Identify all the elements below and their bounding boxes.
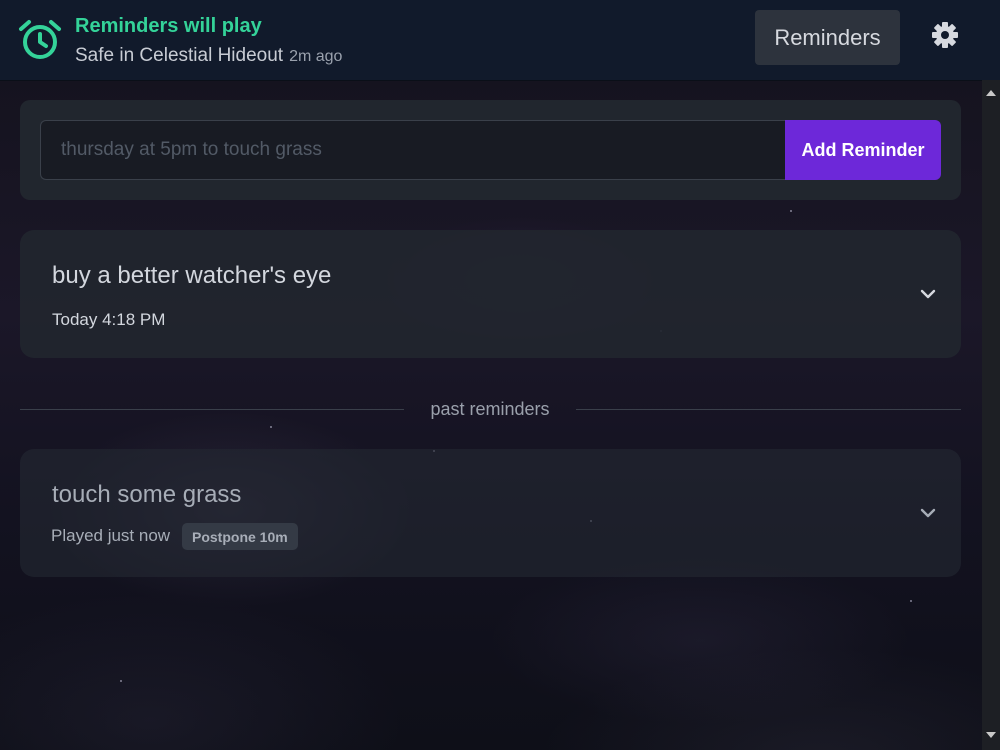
reminder-input[interactable] [40,120,785,180]
past-reminders-label: past reminders [430,399,550,419]
scroll-down-arrow-icon[interactable] [986,732,996,738]
reminder-status: Played just now [51,526,171,545]
chevron-down-icon[interactable] [920,507,936,519]
past-reminder-card[interactable]: touch some grass Played just now Postpon… [20,449,961,577]
scroll-up-arrow-icon[interactable] [986,90,996,96]
status-title: Reminders will play [75,15,262,37]
postpone-button[interactable]: Postpone 10m [182,523,298,550]
location-text: Safe in Celestial Hideout [75,45,284,66]
reminder-title: buy a better watcher's eye [52,262,332,289]
chevron-down-icon[interactable] [920,288,936,300]
status-timestamp: 2m ago [289,48,343,65]
alarm-clock-icon [19,20,61,59]
status-subtitle: Safe in Celestial Hideout 2m ago [75,45,342,67]
status-header: Reminders will play Safe in Celestial Hi… [0,0,1000,81]
divider-line-right [576,409,961,410]
reminder-title: touch some grass [52,481,242,508]
divider-line-left [20,409,404,410]
reminders-button[interactable]: Reminders [755,10,900,65]
gear-icon[interactable] [930,20,960,50]
reminder-card[interactable]: buy a better watcher's eye Today 4:18 PM [20,230,961,358]
new-reminder-panel: Add Reminder [20,100,961,200]
reminder-time: Today 4:18 PM [52,310,166,329]
add-reminder-button[interactable]: Add Reminder [785,120,941,180]
scrollbar[interactable] [982,80,1000,750]
